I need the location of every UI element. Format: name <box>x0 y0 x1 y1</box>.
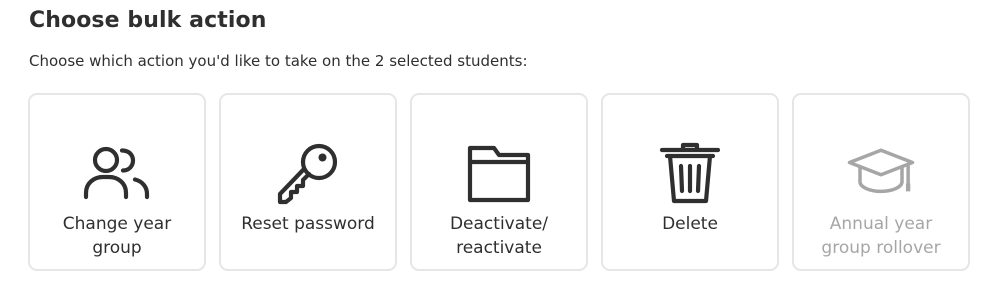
key-icon <box>273 141 343 205</box>
trash-icon <box>655 141 725 205</box>
folder-icon <box>464 141 534 205</box>
users-icon <box>82 141 152 205</box>
bulk-action-cards: Change year group Reset password Deactiv… <box>28 93 970 271</box>
deactivate-reactivate-card[interactable]: Deactivate/ reactivate <box>410 93 588 271</box>
reset-password-card[interactable]: Reset password <box>219 93 397 271</box>
page-subtitle: Choose which action you'd like to take o… <box>29 52 528 70</box>
graduation-cap-icon <box>846 141 916 205</box>
annual-year-group-rollover-label: Annual year group rollover <box>821 214 941 258</box>
page-title: Choose bulk action <box>29 8 267 33</box>
change-year-group-label: Change year group <box>62 214 172 258</box>
deactivate-reactivate-label: Deactivate/ reactivate <box>449 214 549 258</box>
change-year-group-card[interactable]: Change year group <box>28 93 206 271</box>
delete-card[interactable]: Delete <box>601 93 779 271</box>
annual-year-group-rollover-card: Annual year group rollover <box>792 93 970 271</box>
delete-label: Delete <box>662 214 718 234</box>
reset-password-label: Reset password <box>241 214 375 234</box>
